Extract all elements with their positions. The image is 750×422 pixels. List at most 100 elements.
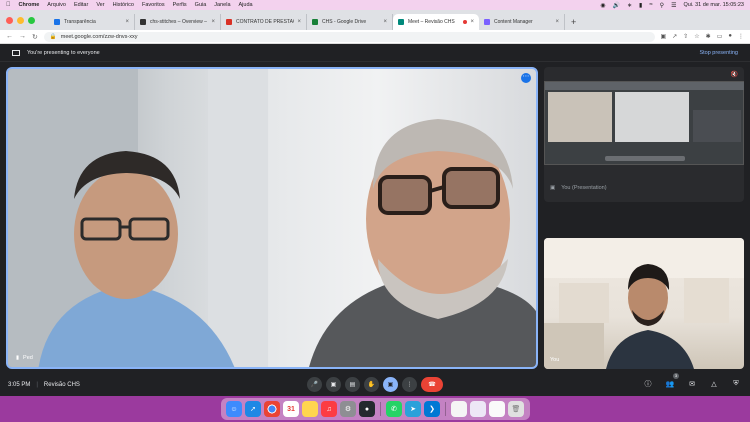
notes-icon[interactable] — [302, 401, 318, 417]
tab-transparencia[interactable]: Transparência × — [49, 14, 135, 30]
meeting-details-button[interactable]: ⓘ — [642, 378, 654, 390]
self-tile-label: You — [550, 357, 560, 363]
raise-hand-button[interactable]: ✋ — [364, 377, 379, 392]
host-controls-button[interactable]: ⛨ — [730, 378, 742, 390]
tab-title: chs-stitches – Overview – Ver... — [150, 19, 208, 25]
chat-button[interactable]: ✉ — [686, 378, 698, 390]
menu-guia[interactable]: Guia — [195, 2, 207, 8]
wifi-icon[interactable]: ≈ — [649, 2, 652, 8]
main-video-tile[interactable]: ⋯ ▮ Ped — [6, 67, 538, 369]
whatsapp-icon[interactable]: ✆ — [386, 401, 402, 417]
share-icon[interactable]: ⇧ — [683, 33, 688, 40]
people-button[interactable]: 👥 3 — [664, 373, 679, 390]
tab-title: CHS - Google Drive — [322, 19, 367, 25]
github-icon[interactable]: ● — [359, 401, 375, 417]
menu-janela[interactable]: Janela — [214, 2, 230, 8]
close-tab-icon[interactable]: × — [211, 19, 215, 25]
browser-toolbar: ← → ↻ 🔒 meet.google.com/zzw-dnvs-xxy ▣ ↗… — [0, 30, 750, 44]
window-thumbnail-icon[interactable] — [470, 401, 486, 417]
microphone-button[interactable]: 🎤 — [307, 377, 322, 392]
self-video-tile[interactable]: You — [544, 238, 744, 369]
present-button[interactable]: ▣ — [383, 377, 398, 392]
record-icon[interactable]: ◉ — [600, 2, 605, 9]
screen-share-icon: ▣ — [550, 185, 556, 191]
bookmark-star-icon[interactable]: ☆ — [694, 33, 699, 40]
document-icon[interactable] — [451, 401, 467, 417]
menu-arquivo[interactable]: Arquivo — [47, 2, 66, 8]
close-window-icon[interactable] — [6, 16, 13, 24]
minimize-window-icon[interactable] — [17, 16, 24, 24]
screenshot-icon[interactable] — [489, 401, 505, 417]
lock-icon[interactable]: 🔒 — [50, 34, 57, 40]
sidebar-icon[interactable]: ▭ — [717, 33, 723, 40]
vscode-icon[interactable]: ❯ — [424, 401, 440, 417]
camera-button[interactable]: ▣ — [326, 377, 341, 392]
pin-icon[interactable]: 🔇 — [731, 71, 738, 78]
menubar-datetime[interactable]: Qui. 31 de mar. 15:05:23 — [683, 2, 744, 8]
close-tab-icon[interactable]: × — [297, 19, 301, 25]
activities-icon: △ — [711, 381, 717, 388]
presenting-text: You're presenting to everyone — [27, 49, 100, 56]
meeting-title: Revisão CHS — [43, 382, 80, 388]
camera-permission-icon[interactable]: ▣ — [661, 33, 667, 40]
chat-icon: ✉ — [689, 381, 695, 388]
toolbar-icons: ▣ ↗ ⇧ ☆ ✱ ▭ ● ⋮ — [661, 33, 744, 40]
call-controls: 🎤 ▣ ▤ ✋ ▣ ⋮ ☎ — [307, 377, 443, 392]
close-tab-icon[interactable]: × — [125, 19, 129, 25]
mic-muted-icon: ▮ — [16, 355, 20, 361]
menu-app-name[interactable]: Chrome — [19, 2, 40, 8]
profile-icon[interactable]: ● — [728, 33, 732, 40]
meet-window: You're presenting to everyone Stop prese… — [0, 44, 750, 396]
phone-hangup-icon: ☎ — [428, 382, 436, 388]
tab-favicon-icon — [312, 19, 318, 25]
tab-chs-stitches[interactable]: chs-stitches – Overview – Ver... × — [135, 14, 221, 30]
calendar-icon[interactable]: 31 — [283, 401, 299, 417]
close-tab-icon[interactable]: × — [383, 19, 387, 25]
tab-contrato[interactable]: CONTRATO DE PRESTAÇÃO D... × — [221, 14, 307, 30]
telegram-icon[interactable]: ➤ — [405, 401, 421, 417]
search-icon[interactable]: ⚲ — [660, 2, 664, 9]
chrome-icon[interactable] — [264, 401, 280, 417]
tab-meet[interactable]: Meet – Revisão CHS × — [393, 14, 479, 30]
new-tab-button[interactable]: + — [571, 14, 576, 30]
reload-icon[interactable]: ↻ — [32, 33, 38, 41]
extensions-icon[interactable]: ✱ — [706, 33, 711, 40]
address-bar[interactable]: 🔒 meet.google.com/zzw-dnvs-xxy — [43, 31, 655, 42]
menu-editar[interactable]: Editar — [74, 2, 88, 8]
people-icon: 👥 — [665, 381, 675, 388]
menu-perfis[interactable]: Perfis — [173, 2, 187, 8]
activities-button[interactable]: △ — [708, 378, 720, 390]
macos-menu-bar:  Chrome Arquivo Editar Ver Histórico Fa… — [0, 0, 750, 10]
more-options-button[interactable]: ⋮ — [402, 377, 417, 392]
captions-button[interactable]: ▤ — [345, 377, 360, 392]
close-tab-icon[interactable]: × — [555, 19, 559, 25]
bluetooth-icon[interactable]: ∗ — [627, 2, 632, 9]
menu-historico[interactable]: Histórico — [113, 2, 134, 8]
battery-icon[interactable]: ▮ — [639, 2, 642, 9]
control-center-icon[interactable]: ☰ — [671, 2, 676, 9]
tab-content-manager[interactable]: Content Manager × — [479, 14, 565, 30]
tab-google-drive[interactable]: CHS - Google Drive × — [307, 14, 393, 30]
browser-tab-strip: Transparência × chs-stitches – Overview … — [0, 10, 750, 30]
finder-icon[interactable]: ☺ — [226, 401, 242, 417]
presentation-tile[interactable]: 🔇 ▣ You (Presentation) — [544, 67, 744, 202]
trash-icon[interactable]: 🗑 — [508, 401, 524, 417]
forward-icon[interactable]: → — [19, 33, 26, 40]
stop-presenting-button[interactable]: Stop presenting — [699, 50, 738, 56]
maximize-window-icon[interactable] — [28, 16, 35, 24]
main-tile-label: ▮ Ped — [16, 355, 33, 361]
back-icon[interactable]: ← — [6, 33, 13, 40]
external-link-icon[interactable]: ↗ — [672, 33, 677, 40]
safari-icon[interactable]: ➚ — [245, 401, 261, 417]
volume-icon[interactable]: 🔊 — [613, 2, 620, 9]
music-icon[interactable]: ♫ — [321, 401, 337, 417]
menu-favoritos[interactable]: Favoritos — [142, 2, 165, 8]
apple-icon[interactable]:  — [6, 2, 11, 8]
settings-icon[interactable]: ⚙ — [340, 401, 356, 417]
menu-ver[interactable]: Ver — [96, 2, 104, 8]
close-tab-icon[interactable]: × — [470, 19, 474, 25]
tile-more-options-icon[interactable]: ⋯ — [521, 73, 531, 83]
menu-ajuda[interactable]: Ajuda — [239, 2, 253, 8]
chrome-menu-icon[interactable]: ⋮ — [738, 33, 744, 40]
leave-call-button[interactable]: ☎ — [421, 377, 443, 392]
